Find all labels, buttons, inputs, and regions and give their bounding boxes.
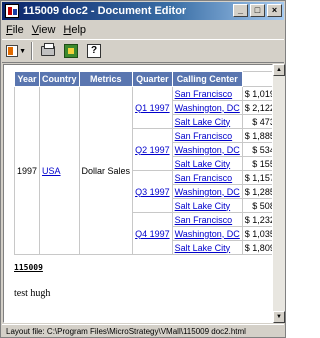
value-cell: $ 1,035 (241, 226, 272, 241)
center-link[interactable]: San Francisco (175, 215, 233, 225)
print-icon (41, 43, 55, 56)
country-cell: USA (39, 86, 80, 255)
view-icon (6, 45, 19, 57)
center-link[interactable]: Washington, DC (175, 103, 240, 113)
quarter-cell: Q2 1997 (132, 128, 173, 171)
quarter-cell: Q1 1997 (132, 86, 173, 129)
header-year: Year (13, 71, 41, 87)
value-cell: $ 473 (241, 114, 272, 129)
center-link[interactable]: Salt Lake City (175, 159, 231, 169)
value-cell: $ 155 (241, 156, 272, 171)
help-icon: ? (87, 44, 101, 58)
toolbar-separator (31, 42, 33, 60)
country-link[interactable]: USA (42, 166, 61, 176)
scroll-down-button[interactable]: ▼ (273, 311, 285, 323)
year-cell: 1997 (13, 86, 41, 255)
dropdown-arrow-icon[interactable]: ▼ (19, 48, 26, 55)
scroll-up-button[interactable]: ▲ (273, 64, 285, 76)
export-icon (64, 44, 78, 58)
document-canvas[interactable]: Year Country Metrics Quarter Calling Cen… (3, 64, 273, 323)
document-editor-window: 115009 doc2 - Document Editor _ □ × File… (0, 0, 286, 338)
value-cell: $ 534 (241, 142, 272, 157)
report-grid: Year Country Metrics Quarter Calling Cen… (13, 71, 272, 255)
print-button[interactable] (38, 42, 58, 60)
value-cell: $ 1,019 (241, 86, 272, 101)
center-link[interactable]: San Francisco (175, 173, 233, 183)
center-cell: San Francisco (171, 86, 243, 101)
center-cell: Washington, DC (171, 142, 243, 157)
center-cell: Salt Lake City (171, 198, 243, 213)
center-link[interactable]: Washington, DC (175, 145, 240, 155)
export-button[interactable] (61, 42, 81, 60)
toolbar: ▼ ? (2, 39, 284, 63)
center-cell: Salt Lake City (171, 114, 243, 129)
document-body-text: test hugh (14, 288, 51, 299)
menu-bar: File View Help (2, 21, 284, 38)
window-controls: _ □ × (233, 4, 282, 17)
center-cell: Washington, DC (171, 100, 243, 115)
center-cell: Salt Lake City (171, 156, 243, 171)
value-cell: $ 1,285 (241, 184, 272, 199)
center-cell: Washington, DC (171, 226, 243, 241)
quarter-cell: Q3 1997 (132, 170, 173, 213)
view-mode-button[interactable]: ▼ (6, 42, 26, 60)
header-value (241, 71, 272, 87)
header-calling-center: Calling Center (171, 71, 243, 87)
close-button[interactable]: × (267, 4, 282, 17)
help-button[interactable]: ? (84, 42, 104, 60)
title-bar[interactable]: 115009 doc2 - Document Editor _ □ × (2, 2, 284, 20)
menu-file[interactable]: File (6, 24, 24, 36)
maximize-button[interactable]: □ (250, 4, 265, 17)
app-icon[interactable] (5, 4, 19, 18)
header-country: Country (39, 71, 80, 87)
quarter-link[interactable]: Q1 1997 (135, 103, 170, 113)
quarter-link[interactable]: Q4 1997 (135, 229, 170, 239)
report-header-row: Year Country Metrics Quarter Calling Cen… (13, 71, 272, 87)
menu-help[interactable]: Help (63, 24, 86, 36)
center-link[interactable]: San Francisco (175, 131, 233, 141)
document-title: 115009 (14, 263, 43, 272)
value-cell: $ 2,122 (241, 100, 272, 115)
menu-view[interactable]: View (32, 24, 56, 36)
quarter-cell: Q4 1997 (132, 212, 173, 255)
value-cell: $ 1,885 (241, 128, 272, 143)
value-cell: $ 1,157 (241, 170, 272, 185)
window-title: 115009 doc2 - Document Editor (23, 5, 187, 17)
header-metrics: Metrics (78, 71, 134, 87)
value-cell: $ 1,809 (241, 240, 272, 255)
center-cell: San Francisco (171, 170, 243, 185)
center-cell: Salt Lake City (171, 240, 243, 255)
center-link[interactable]: Salt Lake City (175, 243, 231, 253)
center-link[interactable]: Washington, DC (175, 229, 240, 239)
value-cell: $ 508 (241, 198, 272, 213)
center-cell: San Francisco (171, 128, 243, 143)
quarter-link[interactable]: Q2 1997 (135, 145, 170, 155)
minimize-button[interactable]: _ (233, 4, 248, 17)
metric-cell: Dollar Sales (78, 86, 134, 255)
center-link[interactable]: San Francisco (175, 89, 233, 99)
center-cell: Washington, DC (171, 184, 243, 199)
value-cell: $ 1,232 (241, 212, 272, 227)
center-link[interactable]: Washington, DC (175, 187, 240, 197)
header-quarter: Quarter (132, 71, 173, 87)
center-cell: San Francisco (171, 212, 243, 227)
table-row: 1997 USA Dollar Sales Q1 1997 San Franci… (13, 86, 272, 255)
quarter-link[interactable]: Q3 1997 (135, 187, 170, 197)
center-link[interactable]: Salt Lake City (175, 201, 231, 211)
status-bar: Layout file: C:\Program Files\MicroStrat… (2, 324, 284, 337)
center-link[interactable]: Salt Lake City (175, 117, 231, 127)
vertical-scrollbar[interactable]: ▲ ▼ (273, 64, 285, 323)
